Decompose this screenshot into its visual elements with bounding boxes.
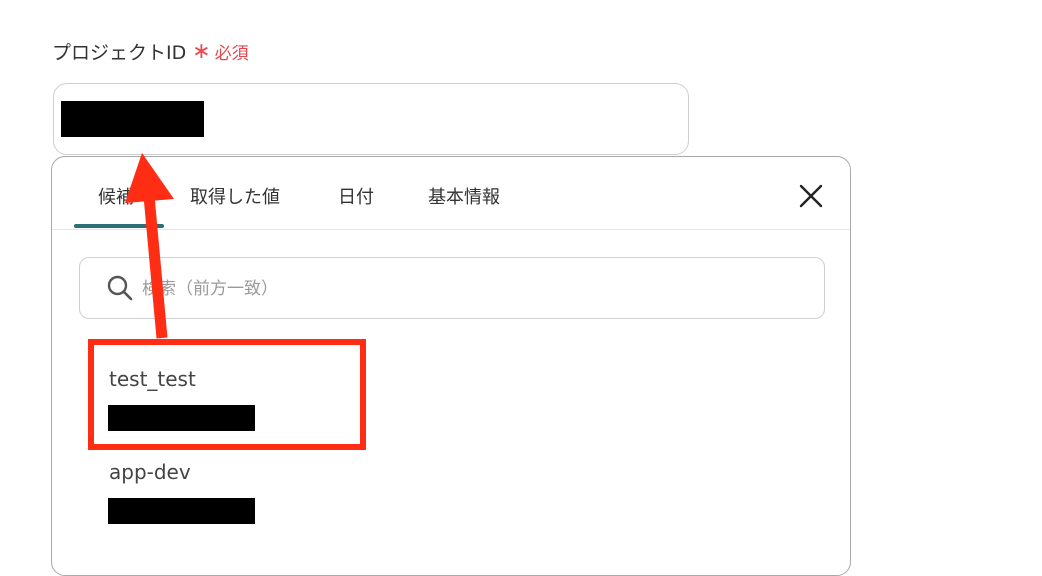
field-label: プロジェクトID ∗ 必須 [52,36,249,66]
required-star: ∗ [192,39,211,64]
tab-fetched-values[interactable]: 取得した値 [190,183,280,213]
search-icon [107,275,133,301]
option-name: app-dev [109,460,191,484]
required-indicator: ∗ 必須 [192,39,248,64]
project-id-input[interactable] [53,83,689,155]
required-text: 必須 [214,43,249,64]
active-tab-indicator [74,224,164,228]
tab-date[interactable]: 日付 [338,183,374,213]
close-button[interactable] [796,181,826,211]
redacted-option-id [108,498,255,524]
search-input[interactable] [140,268,804,310]
tab-bar: 候補 取得した値 日付 基本情報 [52,157,850,230]
tab-candidates[interactable]: 候補 [98,183,134,213]
tab-basic-info[interactable]: 基本情報 [428,183,500,213]
field-label-text: プロジェクトID [52,41,187,64]
redacted-value [61,101,204,137]
close-icon [799,184,823,208]
list-item-app-dev[interactable]: app-dev [109,460,191,484]
annotation-highlight-box [88,339,366,450]
search-box [79,257,825,319]
